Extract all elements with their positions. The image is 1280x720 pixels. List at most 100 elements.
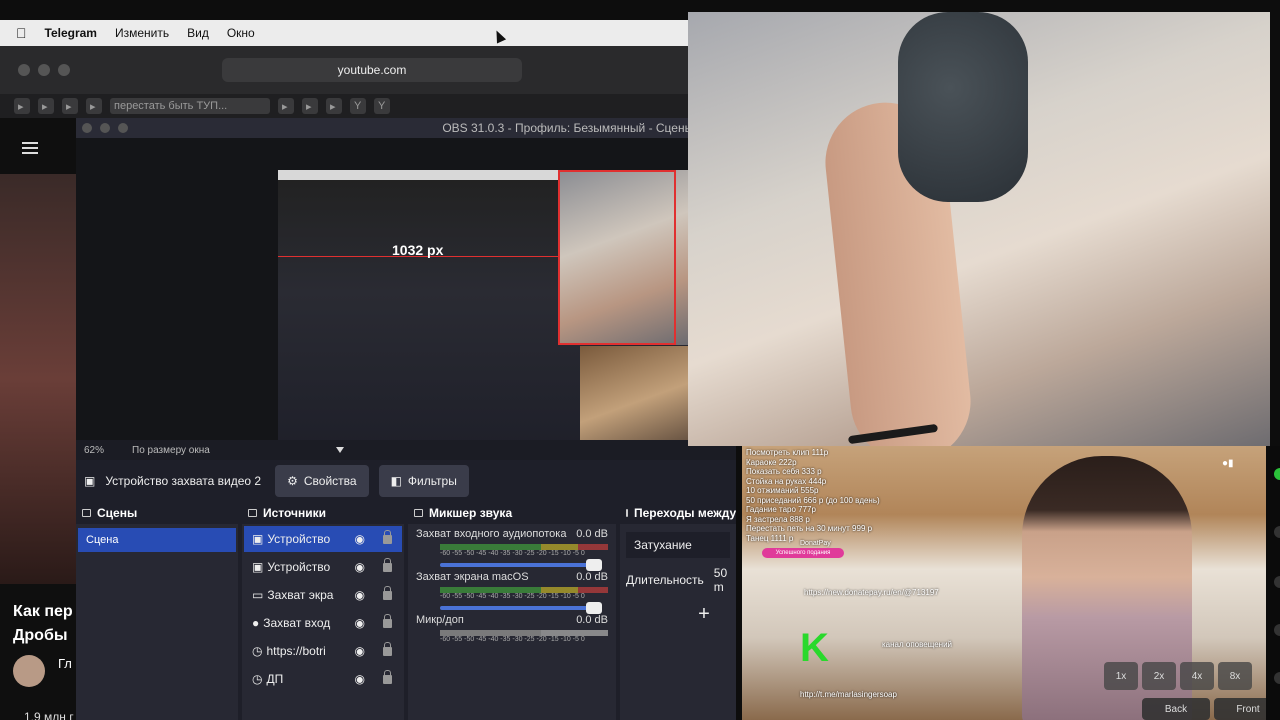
dock-icon[interactable] xyxy=(414,509,423,517)
lock-icon[interactable] xyxy=(383,641,392,656)
duration-label: Длительность xyxy=(626,573,704,587)
lock-icon[interactable] xyxy=(383,613,392,628)
tab[interactable]: ▸ xyxy=(86,98,102,114)
duration-input[interactable]: 50 m xyxy=(714,566,730,594)
zoom-4x-button[interactable]: 4x xyxy=(1180,662,1214,690)
channel-name[interactable]: Гл xyxy=(58,656,76,671)
safari-toolbar: youtube.com xyxy=(0,46,688,94)
chevron-down-icon[interactable] xyxy=(335,447,344,453)
volume-meter xyxy=(440,587,608,593)
live-icon: ●▮ xyxy=(1222,458,1234,469)
zoom-1x-button[interactable]: 1x xyxy=(1104,662,1138,690)
sources-title: Источники xyxy=(263,506,327,520)
video-thumbnail[interactable] xyxy=(0,174,76,584)
eye-icon[interactable]: ◉ xyxy=(355,532,365,546)
zoom-window-icon[interactable] xyxy=(58,64,70,76)
filter-icon: ◧ xyxy=(390,474,402,488)
donation-menu: Посмотреть клип 111р Караоке 222р Показа… xyxy=(746,448,880,543)
volume-slider[interactable] xyxy=(440,602,602,614)
tab[interactable]: ▸ xyxy=(14,98,30,114)
source-item[interactable]: ◷ https://botri ◉ xyxy=(244,638,402,664)
selection-box[interactable] xyxy=(558,170,676,345)
yarn xyxy=(898,12,1028,202)
mixer-channel: Микр/доп 0.0 dB -60 -55 -50 -45 -40 -35 -… xyxy=(416,614,608,643)
obs-docks: Сцены Сцена Источники ▣ Устройство ◉ ▣ У… xyxy=(76,502,736,720)
dock-icon[interactable] xyxy=(626,509,628,517)
microphone-icon: ● xyxy=(252,616,260,630)
alerts-channel-label: канал оповещений xyxy=(882,640,953,649)
avatar[interactable] xyxy=(13,655,45,687)
properties-button[interactable]: ⚙ Свойства xyxy=(275,465,369,497)
tab[interactable]: ▸ xyxy=(62,98,78,114)
safari-tab-bar: ▸ ▸ ▸ ▸ перестать быть ТУП... ▸ ▸ ▸ Y Y xyxy=(0,94,688,118)
add-transition-button[interactable]: + xyxy=(690,602,718,626)
source-item[interactable]: ▣ Устройство ◉ xyxy=(244,526,402,552)
lock-icon[interactable] xyxy=(383,585,392,600)
source-item[interactable]: ▭ Захват экра ◉ xyxy=(244,582,402,608)
view-count: 1,9 млн г xyxy=(24,710,74,720)
video-title[interactable]: Как пер Дробы xyxy=(13,600,83,648)
scene-item[interactable]: Сцена xyxy=(78,528,236,552)
menu-icon[interactable] xyxy=(22,142,38,154)
front-camera-button[interactable]: Front xyxy=(1214,698,1266,720)
apple-icon[interactable]:  xyxy=(16,25,27,41)
audio-mixer-dock: Микшер звука Захват входного аудиопотока… xyxy=(408,502,616,720)
eye-icon[interactable]: ◉ xyxy=(355,616,365,630)
side-strip xyxy=(1266,446,1280,720)
menu-edit[interactable]: Изменить xyxy=(115,26,169,40)
back-camera-button[interactable]: Back xyxy=(1142,698,1210,720)
donation-bar: Успешного подания xyxy=(762,548,844,558)
dock-icon[interactable] xyxy=(82,509,91,517)
close-window-icon[interactable] xyxy=(82,123,92,133)
obs-window: OBS 31.0.3 - Профиль: Безымянный - Сцены… xyxy=(76,118,736,720)
zoom-window-icon[interactable] xyxy=(118,123,128,133)
zoom-8x-button[interactable]: 8x xyxy=(1218,662,1252,690)
transitions-dock: Переходы между Затухание Длительность 50… xyxy=(620,502,736,720)
gear-icon: ⚙ xyxy=(287,474,298,488)
lock-icon[interactable] xyxy=(383,529,392,544)
menu-window[interactable]: Окно xyxy=(227,26,255,40)
donation-link: https://new.donatepay.ru/en/@713197 xyxy=(804,588,939,597)
tab[interactable]: ▸ xyxy=(302,98,318,114)
menu-view[interactable]: Вид xyxy=(187,26,209,40)
lock-icon[interactable] xyxy=(383,557,392,572)
filters-button[interactable]: ◧ Фильтры xyxy=(378,465,469,497)
globe-icon: ◷ xyxy=(252,672,263,686)
eye-icon[interactable]: ◉ xyxy=(355,672,365,686)
eye-icon[interactable]: ◉ xyxy=(355,588,365,602)
source-item[interactable]: ● Захват вход ◉ xyxy=(244,610,402,636)
scenes-title: Сцены xyxy=(97,506,138,520)
transition-select[interactable]: Затухание xyxy=(626,532,730,558)
minimize-window-icon[interactable] xyxy=(38,64,50,76)
dock-icon[interactable] xyxy=(248,509,257,517)
camera-icon: ▣ xyxy=(252,532,264,546)
zoom-buttons: 1x 2x 4x 8x xyxy=(1104,662,1252,690)
obs-preview[interactable]: 1032 px xyxy=(76,138,736,460)
menubar-app-name[interactable]: Telegram xyxy=(45,26,97,40)
mixer-title: Микшер звука xyxy=(429,506,513,520)
tab[interactable]: ▸ xyxy=(278,98,294,114)
tab-active[interactable]: перестать быть ТУП... xyxy=(110,98,270,114)
mixer-channel: Захват входного аудиопотока 0.0 dB -60 -5… xyxy=(408,524,616,571)
tab[interactable]: Y xyxy=(350,98,366,114)
address-bar[interactable]: youtube.com xyxy=(222,58,522,82)
close-window-icon[interactable] xyxy=(18,64,30,76)
volume-meter xyxy=(440,630,608,636)
source-item[interactable]: ▣ Устройство ◉ xyxy=(244,554,402,580)
minimize-window-icon[interactable] xyxy=(100,123,110,133)
camera-icon: ▣ xyxy=(252,560,264,574)
volume-slider[interactable] xyxy=(440,559,602,571)
tab[interactable]: ▸ xyxy=(38,98,54,114)
zoom-level: 62% xyxy=(84,444,105,456)
tab[interactable]: ▸ xyxy=(326,98,342,114)
stream-view: Посмотреть клип 111р Караоке 222р Показа… xyxy=(742,446,1266,720)
eye-icon[interactable]: ◉ xyxy=(355,560,365,574)
source-item[interactable]: ◷ ДП ◉ xyxy=(244,666,402,692)
lock-icon[interactable] xyxy=(383,669,392,684)
eye-icon[interactable]: ◉ xyxy=(355,644,365,658)
url-text: youtube.com xyxy=(337,63,407,77)
zoom-2x-button[interactable]: 2x xyxy=(1142,662,1176,690)
donation-title: DonatPay xyxy=(800,540,831,547)
zoom-mode-select[interactable]: По размеру окна xyxy=(132,445,210,456)
tab[interactable]: Y xyxy=(374,98,390,114)
